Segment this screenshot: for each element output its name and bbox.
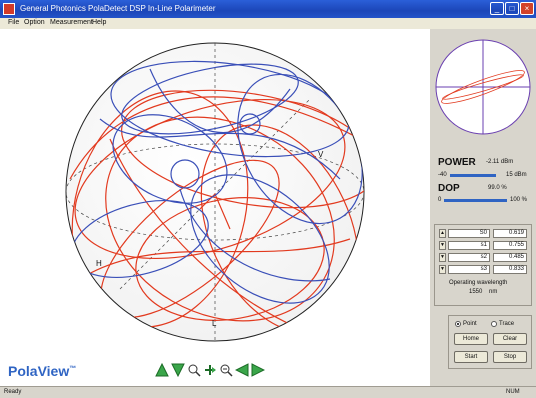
param-row-s3: ▼ s3 0.833 <box>439 265 531 274</box>
param-value-s2: 0.485 <box>493 253 527 262</box>
param-row-s1: ▼ s1 0.755 <box>439 241 531 250</box>
app-icon <box>3 3 15 15</box>
param-row-s0: ▲ S0 0.619 <box>439 229 531 238</box>
start-button[interactable]: Start <box>454 351 488 363</box>
param-spin-s0[interactable]: ▲ <box>439 229 446 238</box>
menu-bar: File Option Measurement Help <box>0 18 536 29</box>
param-spin-s3[interactable]: ▼ <box>439 265 446 274</box>
wavelength-label: Operating wavelength <box>449 280 508 286</box>
zoom-in-icon[interactable] <box>187 363 201 377</box>
param-name-s1: s1 <box>448 241 490 250</box>
param-name-s3: s3 <box>448 265 490 274</box>
power-min-label: -40 <box>438 172 447 178</box>
mode-control-group: Point Trace Home Clear Start Stop <box>448 315 532 369</box>
param-value-s0: 0.619 <box>493 229 527 238</box>
dop-max-label: 100 % <box>510 197 528 203</box>
status-num: NUM <box>506 389 520 395</box>
home-button[interactable]: Home <box>454 333 488 345</box>
status-text: Ready <box>4 389 22 395</box>
label-h: H <box>96 259 102 268</box>
param-value-s1: 0.755 <box>493 241 527 250</box>
param-name-s2: s2 <box>448 253 490 262</box>
polarization-ellipse-view <box>435 39 531 135</box>
menu-measurement[interactable]: Measurement <box>50 19 93 26</box>
title-bar[interactable]: General Photonics PolaDetect DSP In-Line… <box>0 0 536 18</box>
poincare-sphere[interactable]: H V L <box>0 29 430 386</box>
menu-option[interactable]: Option <box>24 19 45 26</box>
param-spin-s1[interactable]: ▼ <box>439 241 446 250</box>
power-label: POWER <box>438 157 476 168</box>
trace-radio-label: Trace <box>499 321 515 327</box>
zoom-out-icon[interactable] <box>219 363 233 377</box>
point-radio-label: Point <box>463 321 477 327</box>
point-radio[interactable] <box>455 321 461 327</box>
arrow-right-icon[interactable] <box>251 363 265 377</box>
dop-label: DOP <box>438 183 460 194</box>
poincare-sphere-view[interactable]: H V L PolaView™ <box>0 29 431 386</box>
arrow-left-icon[interactable] <box>235 363 249 377</box>
polaview-logo: PolaView™ <box>8 363 77 379</box>
menu-help[interactable]: Help <box>92 19 106 26</box>
minimize-button[interactable]: _ <box>490 2 504 15</box>
dop-level-bar <box>444 199 507 202</box>
clear-button[interactable]: Clear <box>493 333 527 345</box>
stokes-parameters-group: ▲ S0 0.619 ▼ s1 0.755 ▼ s2 0.485 ▼ s3 0.… <box>434 224 532 306</box>
trace-radio[interactable] <box>491 321 497 327</box>
control-panel: POWER -2.11 dBm -40 15 dBm DOP 99.0 % 0 … <box>430 29 536 386</box>
arrow-down-icon[interactable] <box>171 363 185 377</box>
dop-min-label: 0 <box>438 197 442 203</box>
param-spin-s2[interactable]: ▼ <box>439 253 446 262</box>
menu-file[interactable]: File <box>8 19 19 26</box>
app-window: General Photonics PolaDetect DSP In-Line… <box>0 0 536 398</box>
param-row-s2: ▼ s2 0.485 <box>439 253 531 262</box>
move-icon[interactable] <box>203 363 217 377</box>
status-bar: Ready NUM <box>0 386 536 398</box>
power-value: -2.11 dBm <box>486 159 514 165</box>
power-max-label: 15 dBm <box>506 172 527 178</box>
dop-value: 99.0 % <box>488 185 507 191</box>
param-name-s0: S0 <box>448 229 490 238</box>
wavelength-unit: nm <box>489 289 498 295</box>
wavelength-value: 1550 <box>469 289 483 295</box>
maximize-button[interactable]: □ <box>505 2 519 15</box>
label-l: L <box>212 319 217 328</box>
close-button[interactable]: × <box>520 2 534 15</box>
label-v: V <box>318 150 324 159</box>
arrow-up-icon[interactable] <box>155 363 169 377</box>
window-title: General Photonics PolaDetect DSP In-Line… <box>20 4 216 13</box>
stop-button[interactable]: Stop <box>493 351 527 363</box>
power-level-bar <box>450 174 496 177</box>
param-value-s3: 0.833 <box>493 265 527 274</box>
